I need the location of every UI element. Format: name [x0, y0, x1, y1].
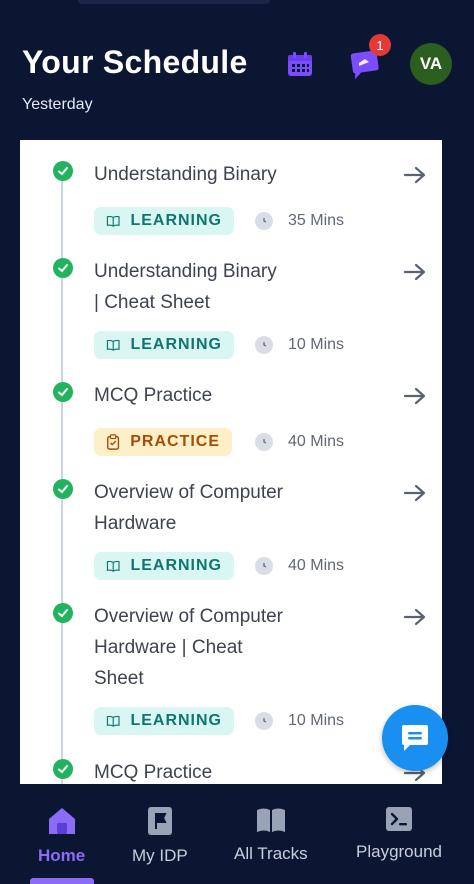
duration-text: 40 Mins — [288, 433, 345, 450]
clock-icon — [255, 557, 273, 575]
check-icon — [53, 603, 73, 623]
nav-all-tracks-label: All Tracks — [234, 844, 308, 863]
arrow-right-icon[interactable] — [400, 602, 430, 632]
duration-text: 35 Mins — [288, 212, 345, 229]
open-book-icon — [256, 808, 285, 832]
home-icon — [48, 808, 75, 834]
check-icon — [53, 382, 73, 402]
page-title: Your Schedule — [22, 44, 248, 80]
clipboard-icon — [107, 434, 120, 450]
nav-playground[interactable]: Playground — [356, 806, 442, 862]
arrow-right-icon[interactable] — [400, 381, 430, 411]
header: Your Schedule Yesterday 1 VA — [0, 14, 474, 140]
arrow-right-icon[interactable] — [400, 160, 430, 190]
item-title: Understanding Binary — [94, 164, 277, 185]
item-title: Overview of Computer Hardware — [94, 482, 284, 534]
book-icon — [106, 339, 120, 351]
avatar[interactable]: VA — [410, 43, 452, 85]
arrow-right-icon[interactable] — [400, 257, 430, 287]
nav-home-label: Home — [38, 846, 86, 865]
item-title: Understanding Binary | Cheat Sheet — [94, 261, 277, 313]
check-icon — [53, 759, 73, 779]
clock-icon — [255, 712, 273, 730]
duration-text: 10 Mins — [288, 712, 345, 729]
item-title: Overview of Computer Hardware | Cheat Sh… — [94, 606, 284, 689]
page-subtitle: Yesterday — [22, 96, 93, 113]
practice-tag: PRACTICE — [94, 428, 232, 456]
book-icon — [106, 560, 120, 572]
check-icon — [53, 479, 73, 499]
learning-tag: LEARNING — [94, 552, 234, 580]
chat-fab-button[interactable] — [382, 705, 448, 771]
duration-text: 40 Mins — [288, 557, 345, 574]
status-pill — [78, 0, 270, 4]
status-strip — [0, 0, 474, 14]
nav-playground-label: Playground — [356, 842, 443, 861]
check-icon — [53, 161, 73, 181]
check-icon — [53, 258, 73, 278]
nav-home[interactable]: Home — [38, 806, 85, 866]
terminal-icon — [386, 807, 412, 831]
clock-icon — [255, 336, 273, 354]
learning-tag: LEARNING — [94, 707, 234, 735]
bottom-nav: Home My IDP All Tracks Playground — [0, 784, 474, 884]
notification-badge: 1 — [369, 34, 391, 56]
flag-icon — [147, 807, 172, 835]
duration-text: 10 Mins — [288, 336, 345, 353]
clock-icon — [255, 433, 273, 451]
calendar-icon[interactable] — [286, 50, 314, 78]
message-icon — [402, 725, 428, 751]
learning-tag: LEARNING — [94, 331, 234, 359]
nav-all-tracks[interactable]: All Tracks — [234, 806, 308, 864]
schedule-list: Understanding Binary LEARNING 35 Mins Un… — [20, 140, 442, 790]
nav-my-idp-label: My IDP — [132, 846, 188, 865]
nav-my-idp[interactable]: My IDP — [132, 806, 188, 866]
item-title: MCQ Practice — [94, 385, 213, 406]
clock-icon — [255, 212, 273, 230]
learning-tag: LEARNING — [94, 207, 234, 235]
arrow-right-icon[interactable] — [400, 478, 430, 508]
book-icon — [106, 715, 120, 727]
book-icon — [106, 215, 120, 227]
nav-active-indicator — [30, 878, 94, 884]
